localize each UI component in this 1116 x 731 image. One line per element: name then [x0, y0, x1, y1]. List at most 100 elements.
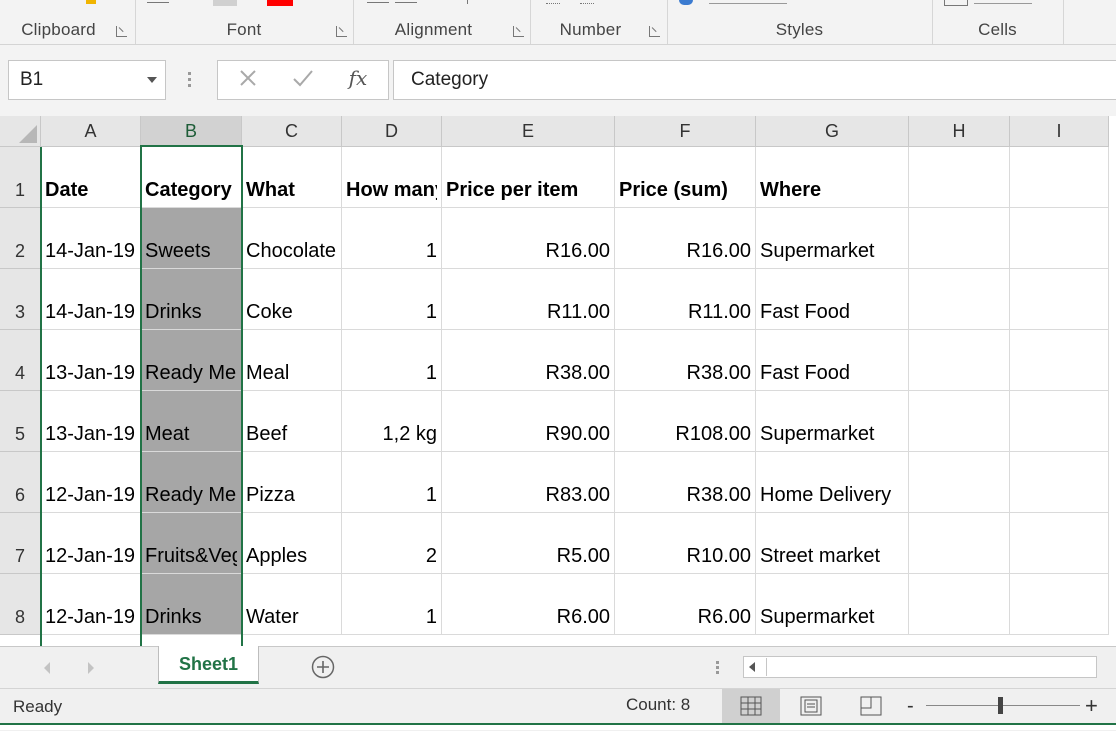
horizontal-scrollbar[interactable]: [743, 656, 1097, 678]
column-header-a[interactable]: A: [41, 116, 141, 147]
column-header-g[interactable]: G: [756, 116, 909, 147]
cell-a2[interactable]: 14-Jan-19: [41, 208, 141, 269]
cell-d4[interactable]: 1: [342, 330, 442, 391]
cell-e6[interactable]: R83.00: [442, 452, 615, 513]
cell-h8[interactable]: [909, 574, 1010, 635]
cell-h6[interactable]: [909, 452, 1010, 513]
row-header-3[interactable]: 3: [0, 269, 41, 330]
tab-scroll-left-icon[interactable]: [44, 662, 50, 674]
cell-f4[interactable]: R38.00: [615, 330, 756, 391]
cell-i2[interactable]: [1010, 208, 1109, 269]
check-icon[interactable]: [289, 67, 317, 95]
cell-f2[interactable]: R16.00: [615, 208, 756, 269]
cell-a4[interactable]: 13-Jan-19: [41, 330, 141, 391]
cell-e4[interactable]: R38.00: [442, 330, 615, 391]
cell-i3[interactable]: [1010, 269, 1109, 330]
cell-h1[interactable]: [909, 147, 1010, 208]
column-header-h[interactable]: H: [909, 116, 1010, 147]
cell-i5[interactable]: [1010, 391, 1109, 452]
cell-d1[interactable]: How many: [342, 147, 442, 208]
cell-g1[interactable]: Where: [756, 147, 909, 208]
cell-f1[interactable]: Price (sum): [615, 147, 756, 208]
chevron-down-icon[interactable]: [147, 77, 157, 83]
cell-f7[interactable]: R10.00: [615, 513, 756, 574]
cell-c4[interactable]: Meal: [242, 330, 342, 391]
cell-g6[interactable]: Home Delivery: [756, 452, 909, 513]
cell-g2[interactable]: Supermarket: [756, 208, 909, 269]
cell-c1[interactable]: What: [242, 147, 342, 208]
tab-splitter[interactable]: [716, 659, 719, 677]
cell-h3[interactable]: [909, 269, 1010, 330]
formula-bar-splitter[interactable]: [188, 69, 192, 93]
cell-e3[interactable]: R11.00: [442, 269, 615, 330]
cell-d8[interactable]: 1: [342, 574, 442, 635]
format-icon[interactable]: [944, 0, 968, 6]
cell-b2[interactable]: Sweets: [141, 208, 242, 269]
scroll-left-icon[interactable]: [749, 662, 755, 672]
cell-h7[interactable]: [909, 513, 1010, 574]
cell-b8[interactable]: Drinks: [141, 574, 242, 635]
cell-e8[interactable]: R6.00: [442, 574, 615, 635]
cell-e2[interactable]: R16.00: [442, 208, 615, 269]
column-header-d[interactable]: D: [342, 116, 442, 147]
cell-c3[interactable]: Coke: [242, 269, 342, 330]
zoom-out-button[interactable]: -: [907, 695, 914, 718]
cell-d2[interactable]: 1: [342, 208, 442, 269]
align-icon[interactable]: [367, 2, 389, 3]
x-icon[interactable]: [234, 67, 262, 95]
font-color-icon[interactable]: [267, 0, 293, 6]
cell-g4[interactable]: Fast Food: [756, 330, 909, 391]
cell-e7[interactable]: R5.00: [442, 513, 615, 574]
cell-b1[interactable]: Category: [141, 147, 242, 208]
increase-decimal-icon[interactable]: [546, 0, 560, 4]
zoom-slider-thumb[interactable]: [998, 697, 1003, 714]
cell-i4[interactable]: [1010, 330, 1109, 391]
cell-b5[interactable]: Meat: [141, 391, 242, 452]
cell-a7[interactable]: 12-Jan-19: [41, 513, 141, 574]
status-count[interactable]: Count: 8: [626, 695, 690, 715]
page-break-preview-button[interactable]: [842, 689, 900, 723]
normal-view-button[interactable]: [722, 689, 780, 723]
orientation-icon[interactable]: [457, 0, 468, 4]
zoom-in-button[interactable]: +: [1085, 693, 1098, 719]
column-header-e[interactable]: E: [442, 116, 615, 147]
worksheet-grid[interactable]: ABCDEFGHI 1 2 3 4 5 6 7 8 Date Category What How m…: [0, 116, 1116, 646]
cell-f5[interactable]: R108.00: [615, 391, 756, 452]
row-header-5[interactable]: 5: [0, 391, 41, 452]
cell-c2[interactable]: Chocolate: [242, 208, 342, 269]
scrollbar-thumb[interactable]: [766, 658, 1097, 676]
fill-color-icon[interactable]: [213, 0, 237, 6]
column-header-b[interactable]: B: [141, 116, 242, 147]
number-launcher-icon[interactable]: [649, 26, 660, 37]
format-painter-icon[interactable]: [86, 0, 96, 4]
row-header-6[interactable]: 6: [0, 452, 41, 513]
page-layout-button[interactable]: [782, 689, 840, 723]
cell-b4[interactable]: Ready Meals: [141, 330, 242, 391]
select-all-button[interactable]: [0, 116, 41, 147]
cell-c5[interactable]: Beef: [242, 391, 342, 452]
cell-f6[interactable]: R38.00: [615, 452, 756, 513]
align-right-icon[interactable]: [395, 2, 417, 3]
cell-h2[interactable]: [909, 208, 1010, 269]
cell-f3[interactable]: R11.00: [615, 269, 756, 330]
cell-d7[interactable]: 2: [342, 513, 442, 574]
cell-styles-icon[interactable]: [679, 0, 693, 5]
cell-c8[interactable]: Water: [242, 574, 342, 635]
zoom-slider-track[interactable]: [926, 705, 1080, 706]
cell-d5[interactable]: 1,2 kg: [342, 391, 442, 452]
cell-i7[interactable]: [1010, 513, 1109, 574]
cell-f8[interactable]: R6.00: [615, 574, 756, 635]
cell-h4[interactable]: [909, 330, 1010, 391]
sheet-tab-sheet1[interactable]: Sheet1: [158, 646, 259, 684]
cell-a6[interactable]: 12-Jan-19: [41, 452, 141, 513]
name-box[interactable]: B1: [8, 60, 166, 100]
cell-c7[interactable]: Apples: [242, 513, 342, 574]
border-icon[interactable]: [147, 2, 169, 3]
cell-h5[interactable]: [909, 391, 1010, 452]
cell-e1[interactable]: Price per item: [442, 147, 615, 208]
cell-g3[interactable]: Fast Food: [756, 269, 909, 330]
cell-d6[interactable]: 1: [342, 452, 442, 513]
cell-d3[interactable]: 1: [342, 269, 442, 330]
cell-a3[interactable]: 14-Jan-19: [41, 269, 141, 330]
row-header-7[interactable]: 7: [0, 513, 41, 574]
